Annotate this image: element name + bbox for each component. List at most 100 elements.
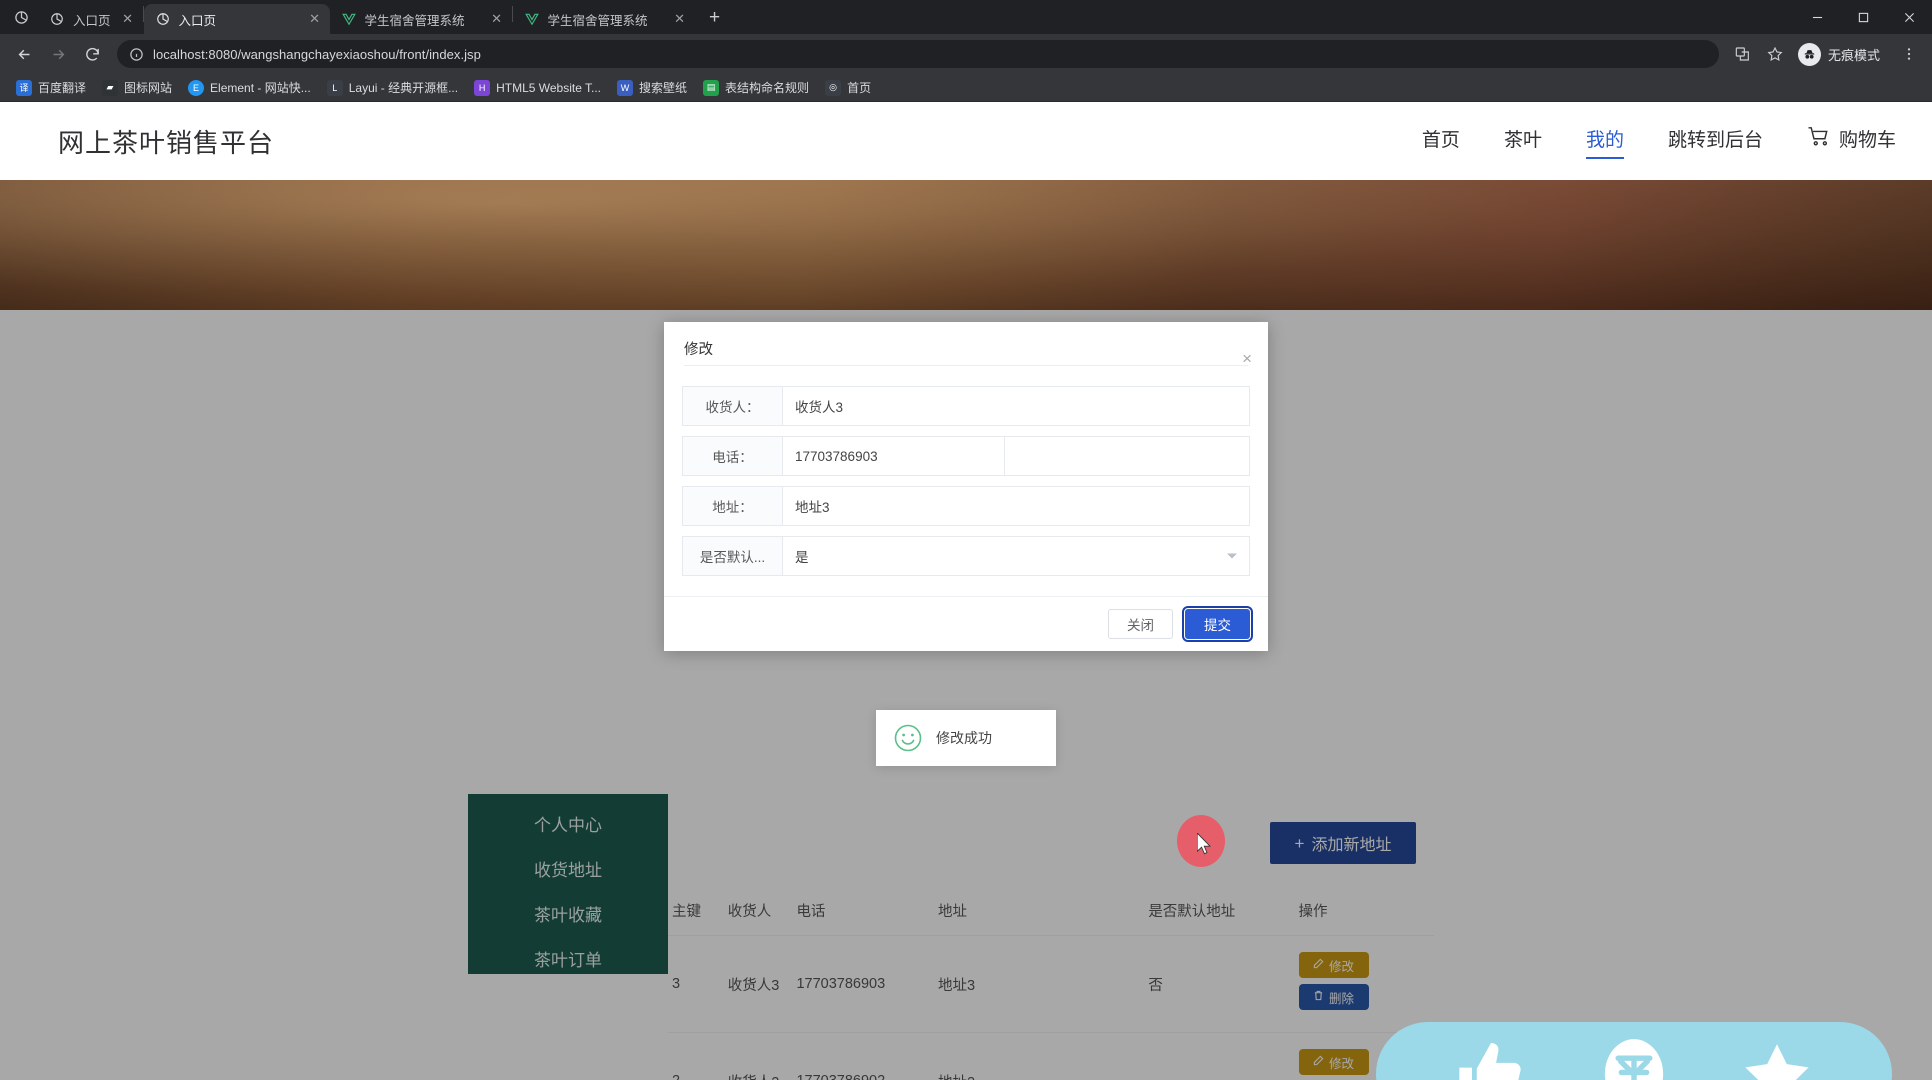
tab-2[interactable]: 学生宿舍管理系统 ✕: [329, 4, 512, 34]
is-default-select[interactable]: 是: [783, 537, 1249, 575]
chrome-menu-icon[interactable]: [4, 0, 38, 34]
modal-body: 收货人： 收货人3 电话： 17703786903 地址： 地址3 是否默认..…: [664, 372, 1268, 596]
cart-label: 购物车: [1838, 130, 1896, 151]
modal-footer: 关闭 提交: [664, 596, 1268, 651]
bookmark-label: Element - 网站快...: [210, 81, 311, 95]
phone-field-spacer: [1005, 437, 1249, 475]
bookmark-item[interactable]: L Layui - 经典开源框...: [320, 76, 465, 99]
modal-close-button[interactable]: 关闭: [1108, 609, 1173, 639]
hero-banner-image: [0, 180, 1932, 310]
tab-title: 入口页: [178, 13, 217, 28]
bookmark-item[interactable]: 译 百度翻译: [9, 76, 93, 99]
back-icon[interactable]: [8, 38, 40, 70]
bookmark-favicon: L: [326, 79, 343, 96]
vue-icon: [524, 11, 540, 27]
bookmark-label: 首页: [847, 81, 872, 95]
forward-icon[interactable]: [42, 38, 74, 70]
incognito-label: 无痕模式: [1827, 47, 1880, 63]
star-icon[interactable]: [1739, 1036, 1815, 1080]
incognito-spy-icon: [1797, 42, 1821, 66]
field-phone: 电话： 17703786903: [682, 436, 1250, 476]
chrome-globe-icon: [155, 11, 171, 27]
bookmark-label: Layui - 经典开源框...: [348, 81, 459, 95]
bookmark-label: 图标网站: [124, 81, 173, 95]
chrome-menu-kebab-icon[interactable]: [1894, 39, 1924, 69]
bookmark-star-icon[interactable]: [1760, 39, 1790, 69]
bookmark-favicon: H: [474, 79, 491, 96]
smiley-face-icon: [894, 724, 922, 752]
mouse-cursor-icon: [1197, 833, 1212, 855]
tab-close-icon[interactable]: ✕: [488, 10, 506, 28]
nav-item-home[interactable]: 首页: [1400, 118, 1482, 164]
tab-close-icon[interactable]: ✕: [119, 10, 137, 28]
bookmark-item[interactable]: E Element - 网站快...: [181, 76, 318, 99]
field-recipient-label: 收货人：: [683, 387, 783, 425]
bookmark-item[interactable]: ▤ 表结构命名规则: [696, 76, 816, 99]
tab-strip: 入口页 ✕ 入口页 ✕ 学生宿舍管理系统 ✕ 学生宿舍管理系统 ✕ +: [0, 0, 1932, 34]
field-is-default-label: 是否默认...: [683, 537, 783, 575]
window-controls: [1794, 0, 1932, 34]
close-icon[interactable]: ×: [1242, 350, 1252, 367]
bookmark-item[interactable]: H HTML5 Website T...: [467, 77, 608, 99]
cart-icon: [1807, 118, 1830, 164]
field-address: 地址： 地址3: [682, 486, 1250, 526]
tab-1[interactable]: 入口页 ✕: [143, 4, 330, 34]
maximize-icon[interactable]: [1840, 0, 1886, 34]
bookmark-item[interactable]: ◎ 首页: [818, 76, 878, 99]
field-phone-label: 电话：: [683, 437, 783, 475]
main-nav: 首页 茶叶 我的 跳转到后台 购物车: [1400, 118, 1902, 164]
phone-input[interactable]: 17703786903: [783, 437, 1005, 475]
browser-toolbar: localhost:8080/wangshangchayexiaoshou/fr…: [0, 34, 1932, 74]
tab-close-icon[interactable]: ✕: [306, 10, 324, 28]
close-window-icon[interactable]: [1886, 0, 1932, 34]
field-is-default: 是否默认... 是: [682, 536, 1250, 576]
site-brand: 网上茶叶销售平台: [58, 127, 275, 158]
modal-header: 修改 ×: [664, 322, 1268, 372]
translate-icon[interactable]: [1728, 39, 1758, 69]
new-tab-button[interactable]: +: [701, 4, 729, 32]
vue-icon: [341, 11, 357, 27]
coin-yuan-icon[interactable]: [1596, 1036, 1672, 1080]
bookmark-favicon: ▤: [703, 79, 720, 96]
recipient-input[interactable]: 收货人3: [783, 387, 1249, 425]
modal-title: 修改: [684, 342, 713, 358]
address-input[interactable]: 地址3: [783, 487, 1249, 525]
modal-submit-button[interactable]: 提交: [1182, 606, 1253, 642]
site-info-icon[interactable]: [129, 47, 144, 62]
chevron-down-icon[interactable]: [1227, 553, 1237, 559]
success-toast: 修改成功: [876, 710, 1056, 766]
thumbs-up-icon[interactable]: [1453, 1036, 1529, 1080]
field-address-label: 地址：: [683, 487, 783, 525]
floating-action-widget: [1376, 1022, 1892, 1080]
bookmark-item[interactable]: W 搜索壁纸: [610, 76, 694, 99]
minimize-icon[interactable]: [1794, 0, 1840, 34]
tab-title: 入口页: [73, 13, 111, 28]
tab-3[interactable]: 学生宿舍管理系统 ✕: [512, 4, 695, 34]
bookmarks-bar: 译 百度翻译 ▰ 图标网站 E Element - 网站快... L Layui…: [0, 74, 1932, 102]
nav-item-tea[interactable]: 茶叶: [1482, 118, 1564, 164]
bookmark-label: HTML5 Website T...: [496, 80, 602, 95]
nav-item-mine[interactable]: 我的: [1564, 118, 1646, 164]
site-header: 网上茶叶销售平台 首页 茶叶 我的 跳转到后台 购物车: [0, 102, 1932, 180]
modal-divider: [684, 365, 1248, 366]
url-text: localhost:8080/wangshangchayexiaoshou/fr…: [153, 46, 481, 62]
bookmark-favicon: ▰: [102, 79, 119, 96]
browser-window: 入口页 ✕ 入口页 ✕ 学生宿舍管理系统 ✕ 学生宿舍管理系统 ✕ + loca…: [0, 0, 1932, 1080]
nav-item-cart[interactable]: 购物车: [1785, 118, 1902, 164]
incognito-indicator[interactable]: 无痕模式: [1792, 39, 1892, 69]
page-viewport: 网上茶叶销售平台 首页 茶叶 我的 跳转到后台 购物车 个人中心 收货地址 茶叶…: [0, 102, 1932, 1080]
tab-0[interactable]: 入口页 ✕: [38, 4, 143, 34]
bookmark-item[interactable]: ▰ 图标网站: [95, 76, 179, 99]
edit-address-modal: 修改 × 收货人： 收货人3 电话： 17703786903 地址： 地址3 是…: [664, 322, 1268, 651]
tab-close-icon[interactable]: ✕: [671, 10, 689, 28]
nav-item-admin[interactable]: 跳转到后台: [1646, 118, 1785, 164]
bookmark-favicon: W: [617, 79, 634, 96]
bookmark-label: 搜索壁纸: [639, 81, 688, 95]
chrome-globe-icon: [49, 11, 65, 27]
bookmark-label: 表结构命名规则: [725, 81, 810, 95]
address-bar[interactable]: localhost:8080/wangshangchayexiaoshou/fr…: [117, 40, 1719, 68]
bookmark-label: 百度翻译: [38, 81, 87, 95]
reload-icon[interactable]: [76, 38, 108, 70]
bookmark-favicon: ◎: [825, 79, 842, 96]
toast-message: 修改成功: [936, 730, 992, 746]
